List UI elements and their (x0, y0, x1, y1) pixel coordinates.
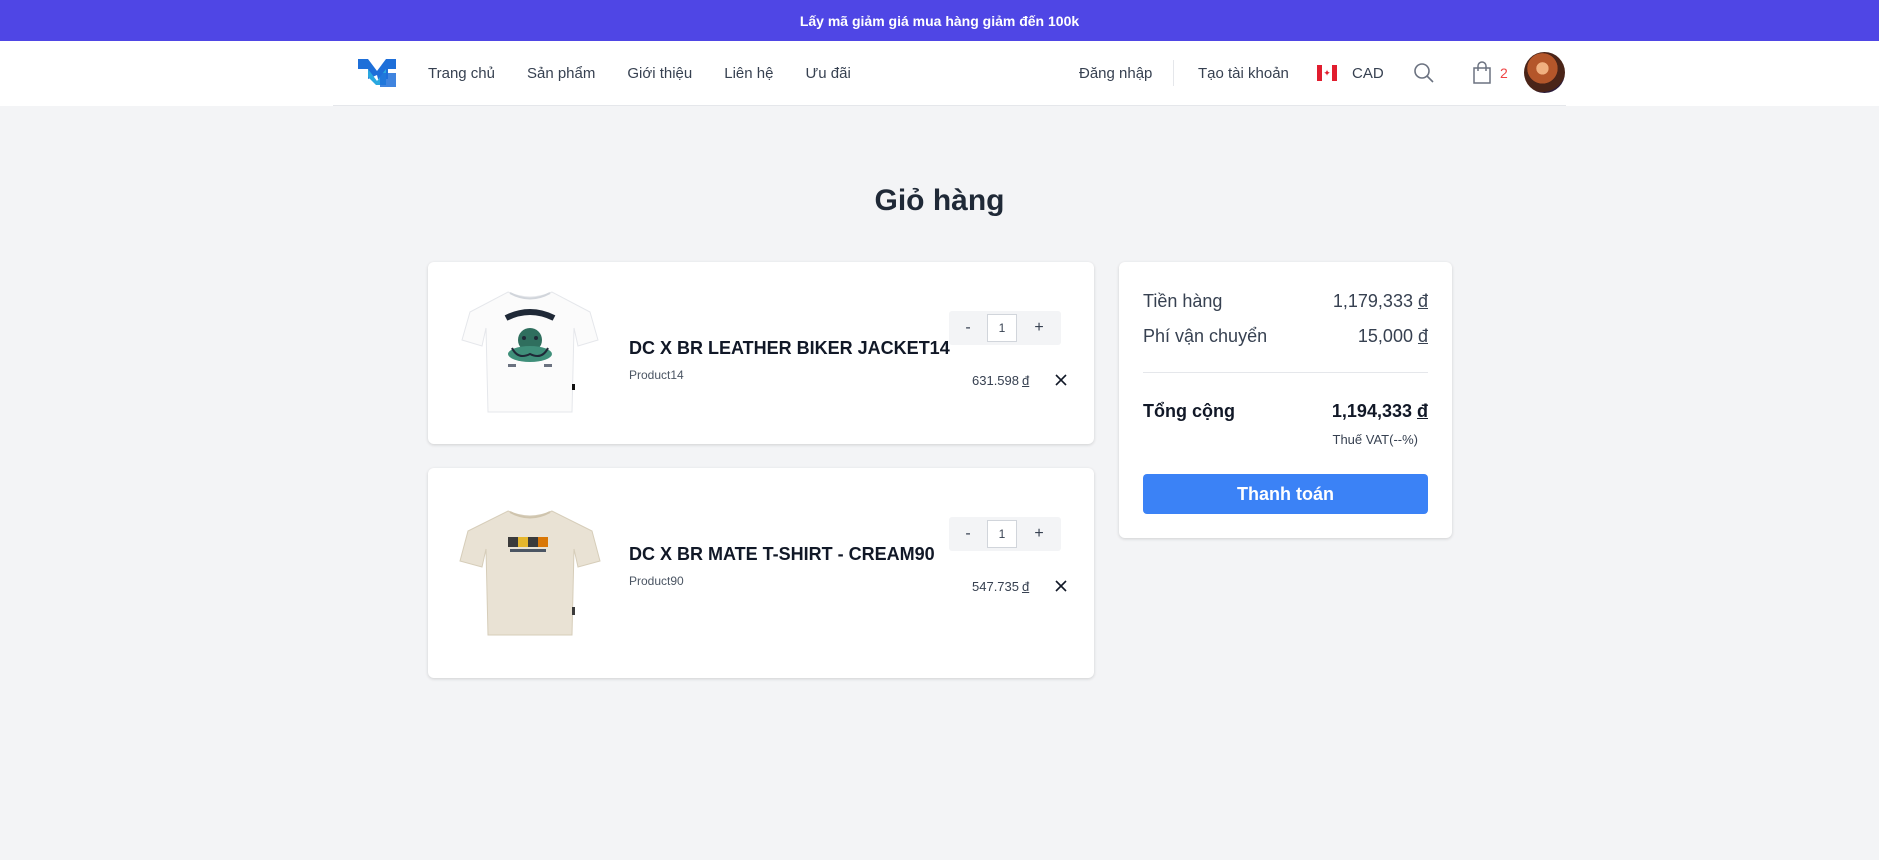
quantity-stepper: - 1 + (949, 311, 1061, 345)
page-title: Giỏ hàng (874, 184, 1005, 217)
quantity-input[interactable]: 1 (987, 520, 1017, 548)
search-icon[interactable] (1413, 62, 1435, 84)
logo-icon[interactable] (356, 55, 398, 89)
site-header (0, 41, 1879, 106)
header-separator (1173, 60, 1174, 86)
currency-selector[interactable]: CAD (1352, 41, 1384, 106)
item-price: 631.598 đ (972, 373, 1029, 388)
item-price: 547.735 đ (972, 579, 1029, 594)
total-label: Tổng cộng (1143, 401, 1235, 421)
item-sku: Product14 (629, 368, 684, 382)
cart-count-badge: 2 (1500, 65, 1508, 81)
nav-contact[interactable]: Liên hệ (724, 65, 773, 82)
shipping-value: 15,000 đ (1357, 326, 1428, 346)
nav-products[interactable]: Sản phẩm (527, 65, 595, 82)
nav-deals[interactable]: Ưu đãi (805, 65, 850, 82)
total-row: Tổng cộng 1,194,333 đ (1143, 401, 1428, 422)
item-price-value: 547.735 (972, 579, 1019, 594)
cart-item: DC X BR LEATHER BIKER JACKET14 Product14… (428, 262, 1094, 444)
cart-item: DC X BR MATE T-SHIRT - CREAM90 Product90… (428, 468, 1094, 678)
item-price-value: 631.598 (972, 373, 1019, 388)
item-sku: Product90 (629, 574, 684, 588)
shipping-label: Phí vận chuyển (1143, 326, 1268, 346)
summary-divider (1143, 372, 1428, 373)
close-icon[interactable] (1053, 372, 1069, 388)
increase-quantity-button[interactable]: + (1017, 311, 1061, 345)
close-icon[interactable] (1053, 578, 1069, 594)
promo-text: Lấy mã giảm giá mua hàng giảm đến 100k (799, 12, 1080, 29)
canada-flag-icon[interactable]: ✦ (1317, 65, 1337, 81)
total-value: 1,194,333 đ (1331, 401, 1428, 421)
currency-symbol: đ (1022, 579, 1030, 594)
signup-link[interactable]: Tạo tài khoản (1198, 41, 1289, 106)
product-image-cream-tshirt (459, 510, 601, 636)
item-name[interactable]: DC X BR MATE T-SHIRT - CREAM90 (629, 544, 935, 565)
currency-symbol: đ (1022, 373, 1030, 388)
nav-home[interactable]: Trang chủ (428, 65, 495, 82)
vat-note: Thuế VAT(--%) (1332, 432, 1418, 447)
quantity-stepper: - 1 + (949, 517, 1061, 551)
checkout-button[interactable]: Thanh toán (1143, 474, 1428, 514)
product-image-white-tshirt (461, 291, 599, 413)
order-summary: Tiền hàng 1,179,333 đ Phí vận chuyển 15,… (1119, 262, 1452, 538)
increase-quantity-button[interactable]: + (1017, 517, 1061, 551)
subtotal-label: Tiền hàng (1143, 291, 1223, 311)
main-nav: Trang chủ Sản phẩm Giới thiệu Liên hệ Ưu… (428, 41, 883, 106)
login-link[interactable]: Đăng nhập (1079, 41, 1152, 106)
nav-about[interactable]: Giới thiệu (627, 65, 692, 82)
subtotal-value: 1,179,333 đ (1332, 291, 1428, 311)
shipping-row: Phí vận chuyển 15,000 đ (1143, 326, 1428, 347)
item-name[interactable]: DC X BR LEATHER BIKER JACKET14 (629, 338, 950, 359)
subtotal-row: Tiền hàng 1,179,333 đ (1143, 291, 1428, 312)
promo-banner: Lấy mã giảm giá mua hàng giảm đến 100k (0, 0, 1879, 41)
quantity-input[interactable]: 1 (987, 314, 1017, 342)
decrease-quantity-button[interactable]: - (949, 517, 987, 551)
shopping-bag-icon[interactable] (1471, 61, 1493, 85)
user-avatar[interactable] (1524, 52, 1565, 93)
decrease-quantity-button[interactable]: - (949, 311, 987, 345)
